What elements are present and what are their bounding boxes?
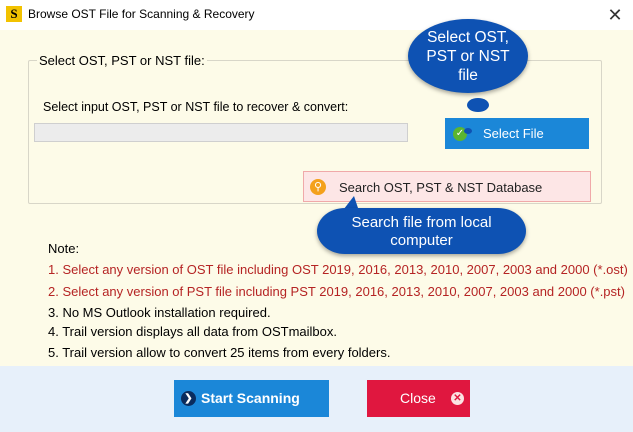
close-label: Close <box>400 390 436 406</box>
tooltip-line: Select OST, <box>427 29 509 46</box>
note-item: 1. Select any version of OST file includ… <box>48 262 628 277</box>
tooltip-tail-dot <box>464 128 472 134</box>
input-file-label: Select input OST, PST or NST file to rec… <box>43 100 349 114</box>
window-title: Browse OST File for Scanning & Recovery <box>28 7 255 21</box>
file-path-input[interactable] <box>34 123 408 142</box>
select-file-label: Select File <box>483 126 544 141</box>
search-database-label: Search OST, PST & NST Database <box>339 180 543 195</box>
note-item: 2. Select any version of PST file includ… <box>48 284 625 299</box>
start-scanning-button[interactable]: ❯ Start Scanning <box>174 380 329 417</box>
note-item: 3. No MS Outlook installation required. <box>48 305 271 320</box>
window-close-button[interactable]: ✕ <box>600 2 630 28</box>
tooltip-line: Search file from local <box>351 214 492 231</box>
start-scanning-label: Start Scanning <box>201 390 300 406</box>
arrow-right-icon: ❯ <box>181 391 196 406</box>
app-logo-icon: S <box>6 6 22 22</box>
tooltip-line: file <box>458 67 478 84</box>
search-icon: ⚲ <box>310 179 326 195</box>
search-local-tooltip: Search file from local computer <box>317 208 526 254</box>
tooltip-line: PST or NST <box>426 48 510 65</box>
select-file-tooltip: Select OST, PST or NST file <box>408 19 528 93</box>
tooltip-tail-dot <box>467 98 489 112</box>
note-heading: Note: <box>48 241 80 256</box>
close-button[interactable]: Close ✕ <box>367 380 470 417</box>
note-item: 4. Trail version displays all data from … <box>48 324 337 339</box>
note-item: 5. Trail version allow to convert 25 ite… <box>48 345 391 360</box>
title-bar: S Browse OST File for Scanning & Recover… <box>0 0 633 30</box>
group-legend: Select OST, PST or NST file: <box>37 53 207 68</box>
tooltip-line: computer <box>390 232 453 249</box>
close-icon: ✕ <box>451 392 464 405</box>
